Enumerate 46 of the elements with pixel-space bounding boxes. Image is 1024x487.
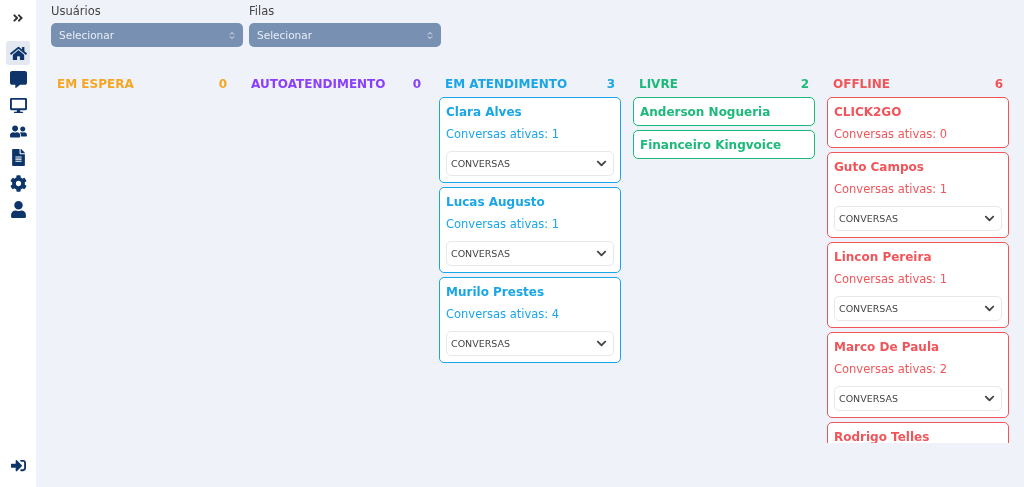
column-count: 0 bbox=[218, 77, 227, 93]
active-conversations: Conversas ativas: 2 bbox=[834, 362, 949, 376]
agent-name: Guto Campos bbox=[834, 160, 925, 174]
active-conversations: Conversas ativas: 0 bbox=[834, 127, 949, 141]
column-count: 3 bbox=[606, 77, 615, 93]
agent-name: CLICK2GO bbox=[834, 105, 903, 119]
column-count: 2 bbox=[800, 77, 809, 93]
filter-label: Filas bbox=[249, 4, 276, 18]
active-conversations: Conversas ativas: 1 bbox=[834, 182, 949, 196]
chevron-down-icon bbox=[984, 393, 995, 404]
active-conversations: Conversas ativas: 4 bbox=[446, 307, 561, 321]
conversations-dropdown[interactable]: CONVERSAS bbox=[834, 206, 1002, 231]
conversations-dropdown[interactable]: CONVERSAS bbox=[446, 331, 614, 356]
active-conversations: Conversas ativas: 1 bbox=[834, 272, 949, 286]
agent-name: Rodrigo Telles bbox=[834, 430, 931, 443]
chevron-down-icon bbox=[984, 303, 995, 314]
agent-name: Marco De Paula bbox=[834, 340, 941, 354]
sort-icon bbox=[427, 30, 433, 40]
agent-name: Murilo Prestes bbox=[446, 285, 546, 299]
column-title: EM ATENDIMENTO bbox=[445, 77, 568, 93]
agent-name: Financeiro Kingvoice bbox=[640, 138, 783, 152]
active-conversations: Conversas ativas: 1 bbox=[446, 127, 561, 141]
agent-name: Clara Alves bbox=[446, 105, 523, 119]
column-title: EM ESPERA bbox=[57, 77, 134, 93]
conversations-dropdown[interactable]: CONVERSAS bbox=[446, 241, 614, 266]
agent-name: Lincon Pereira bbox=[834, 250, 933, 264]
column-title: LIVRE bbox=[639, 77, 678, 93]
column-count: 6 bbox=[994, 77, 1003, 93]
column-title: OFFLINE bbox=[833, 77, 890, 93]
conversations-dropdown[interactable]: CONVERSAS bbox=[834, 386, 1002, 411]
home-icon[interactable] bbox=[6, 41, 30, 65]
logout-icon[interactable] bbox=[10, 458, 26, 473]
filter-label: Usuários bbox=[51, 4, 102, 18]
conversations-dropdown[interactable]: CONVERSAS bbox=[834, 296, 1002, 321]
conversations-dropdown[interactable]: CONVERSAS bbox=[446, 151, 614, 176]
column-title: AUTOATENDIMENTO bbox=[251, 77, 386, 93]
chevron-down-icon bbox=[596, 338, 607, 349]
agent-name: Anderson Nogueria bbox=[640, 105, 772, 119]
expand-icon[interactable] bbox=[12, 12, 24, 24]
active-conversations: Conversas ativas: 1 bbox=[446, 217, 561, 231]
agent-name: Lucas Augusto bbox=[446, 195, 546, 209]
chevron-down-icon bbox=[984, 213, 995, 224]
chevron-down-icon bbox=[596, 248, 607, 259]
chevron-down-icon bbox=[596, 158, 607, 169]
sort-icon bbox=[229, 30, 235, 40]
column-count: 0 bbox=[412, 77, 421, 93]
